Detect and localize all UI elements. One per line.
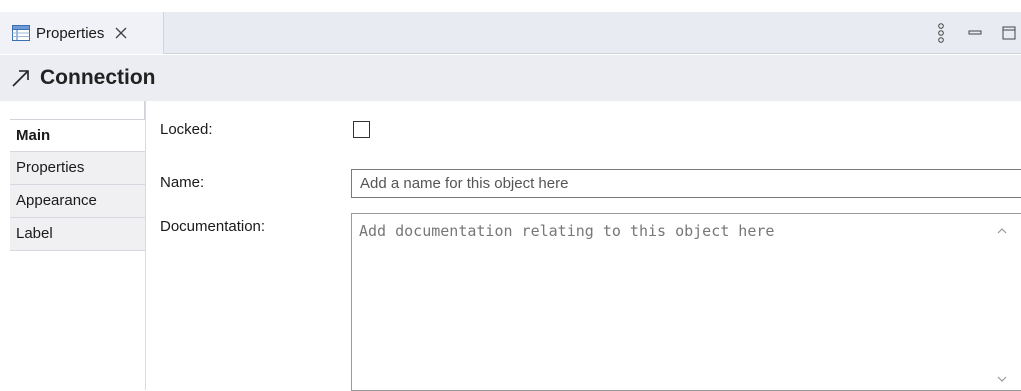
- properties-tab-label: Properties: [36, 24, 105, 42]
- properties-table-icon: [12, 25, 30, 41]
- side-tab-properties[interactable]: Properties: [10, 152, 145, 185]
- properties-content: Main Properties Appearance Label Locked:…: [0, 101, 1021, 391]
- connection-arrow-icon: [10, 67, 32, 89]
- locked-label: Locked:: [160, 121, 213, 138]
- side-tab-appearance[interactable]: Appearance: [10, 185, 145, 218]
- side-tab-spacer: [10, 101, 145, 120]
- side-tab-label[interactable]: Label: [10, 218, 145, 251]
- documentation-label: Documentation:: [160, 218, 266, 235]
- documentation-textarea[interactable]: Add documentation relating to this objec…: [351, 213, 1021, 391]
- scroll-up-icon[interactable]: [996, 224, 1008, 236]
- close-icon[interactable]: [114, 26, 128, 40]
- documentation-placeholder: Add documentation relating to this objec…: [359, 222, 775, 240]
- page-title: Connection: [40, 66, 156, 89]
- locked-checkbox[interactable]: [353, 121, 370, 138]
- scroll-down-icon[interactable]: [996, 372, 1008, 384]
- properties-title-area: Connection: [0, 55, 1021, 101]
- side-tab-list: Main Properties Appearance Label: [10, 101, 146, 390]
- name-label: Name:: [160, 174, 205, 191]
- name-input[interactable]: [351, 169, 1021, 198]
- properties-view-tab[interactable]: Properties: [0, 12, 164, 54]
- view-menu-icon[interactable]: [929, 21, 953, 45]
- view-controls: [919, 12, 1021, 54]
- side-tab-main[interactable]: Main: [10, 120, 145, 152]
- view-tab-bar: Properties: [0, 12, 1021, 54]
- minimize-icon[interactable]: [963, 21, 987, 45]
- maximize-icon[interactable]: [997, 21, 1021, 45]
- top-strip: [0, 0, 1021, 12]
